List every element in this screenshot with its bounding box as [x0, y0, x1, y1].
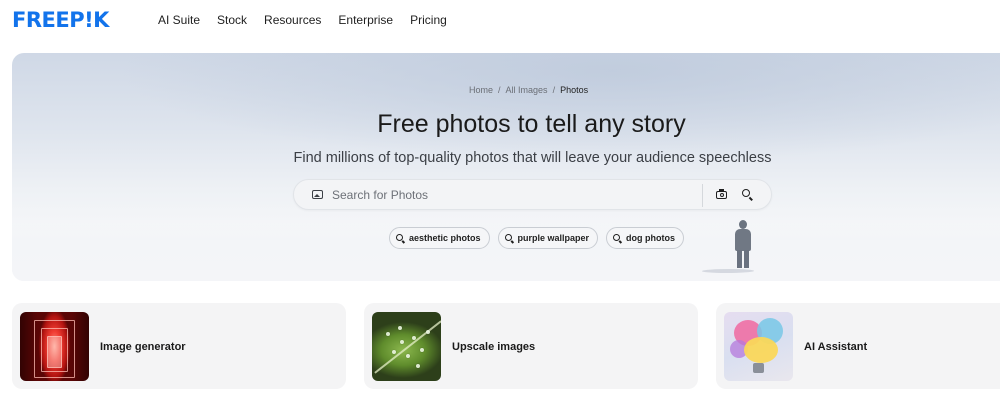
suggestion-chip-label: purple wallpaper [517, 233, 590, 243]
upscale-images-thumbnail [372, 312, 441, 381]
search-icon [613, 234, 621, 241]
card-image-generator[interactable]: Image generator [12, 303, 346, 389]
search-divider [702, 184, 703, 207]
image-generator-thumbnail [20, 312, 89, 381]
search-icon [504, 234, 512, 241]
card-title: AI Assistant [804, 341, 868, 353]
hero-person-figure [733, 220, 753, 270]
suggestion-chips: aesthetic photos purple wallpaper dog ph… [389, 227, 692, 249]
search-bar [293, 179, 772, 210]
card-title: Image generator [100, 341, 186, 353]
suggestion-chip-label: aesthetic photos [409, 233, 481, 243]
ai-assistant-thumbnail [724, 312, 793, 381]
breadcrumb-home[interactable]: Home [469, 85, 493, 95]
freepik-logo[interactable]: FREEP!K [12, 9, 109, 31]
suggestion-chip-label: dog photos [626, 233, 676, 243]
breadcrumb-photos: Photos [560, 85, 589, 95]
nav-item-ai-suite[interactable]: AI Suite [158, 12, 200, 28]
top-navigation-bar: FREEP!K AI Suite Stock Resources Enterpr… [0, 0, 1000, 40]
nav-item-resources[interactable]: Resources [264, 12, 321, 28]
image-type-icon[interactable] [312, 190, 323, 199]
suggestion-chip-dog-photos[interactable]: dog photos [606, 227, 685, 249]
search-icon[interactable] [740, 187, 756, 203]
page-title: Free photos to tell any story [377, 110, 686, 138]
search-icon [396, 234, 403, 241]
breadcrumb-separator: / [498, 85, 501, 95]
breadcrumb-all-images[interactable]: All Images [506, 85, 548, 95]
search-input[interactable] [332, 186, 692, 204]
main-nav: AI Suite Stock Resources Enterprise Pric… [158, 12, 464, 28]
page-subtitle: Find millions of top-quality photos that… [293, 150, 772, 166]
nav-item-stock[interactable]: Stock [217, 12, 247, 28]
hero-banner: Home / All Images / Photos Free photos to te… [12, 53, 1000, 281]
suggestion-chip-purple-wallpaper[interactable]: purple wallpaper [497, 227, 599, 249]
card-upscale-images[interactable]: Upscale images [364, 303, 698, 389]
suggestion-chip-aesthetic-photos[interactable]: aesthetic photos [389, 227, 490, 249]
breadcrumb-separator: / [552, 85, 556, 95]
search-by-image-camera-icon[interactable] [714, 187, 730, 203]
card-ai-assistant[interactable]: AI Assistant [716, 303, 1000, 389]
nav-item-pricing[interactable]: Pricing [410, 12, 447, 28]
card-title: Upscale images [452, 341, 536, 353]
nav-item-enterprise[interactable]: Enterprise [338, 12, 393, 28]
